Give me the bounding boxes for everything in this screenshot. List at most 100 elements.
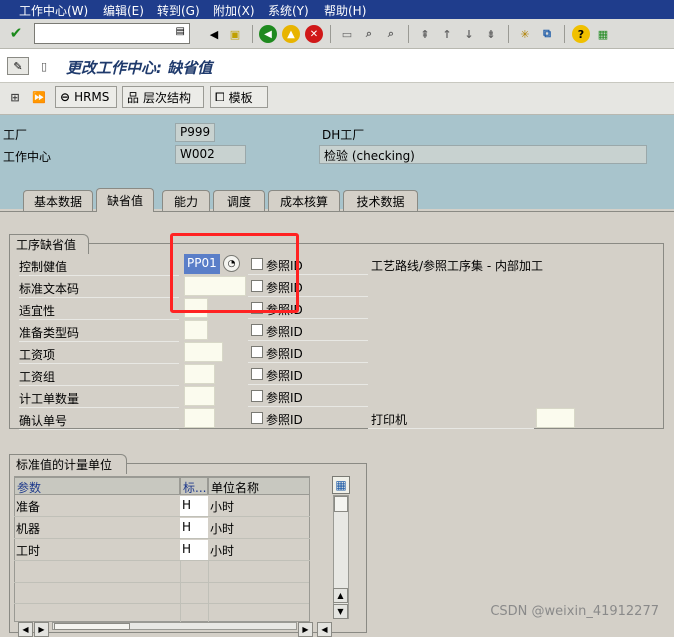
standard-text-key-label: 标准文本码 — [19, 280, 179, 298]
command-field[interactable]: ▤ — [34, 23, 190, 44]
plant-description: DH工厂 — [322, 128, 365, 142]
menu-goto[interactable]: 转到(G) — [157, 2, 200, 19]
work-center-label: 工作中心 — [3, 150, 52, 164]
watermark: CSDN @weixin_41912277 — [490, 604, 659, 619]
reference-label: 参照ID — [266, 413, 303, 427]
time-ticket-count-label: 计工单数量 — [19, 390, 179, 408]
template-label: 模板 — [228, 90, 253, 105]
setup-type-reference-checkbox[interactable] — [251, 324, 263, 336]
find-icon[interactable]: ⌕ — [360, 25, 378, 43]
standard-toolbar: ✔ ▤ ◀ ▣ ◀ ▲ ✕ ▭ ⌕ ⌕ ⇞ ↑ ↓ ⇟ ✳ ⧉ ? ▦ — [0, 19, 674, 49]
table-row-unit-name: 小时 — [208, 540, 310, 561]
column-parameter[interactable]: 参数 — [14, 477, 180, 495]
template-button[interactable]: ⧠ 模板 — [210, 86, 268, 108]
menu-bar: 工作中心(W) 编辑(E) 转到(G) 附加(X) 系统(Y) 帮助(H) — [0, 0, 674, 19]
other-object-icon[interactable]: ▯ — [35, 57, 53, 75]
suitability-label: 适宜性 — [19, 302, 179, 320]
menu-system[interactable]: 系统(Y) — [268, 2, 309, 19]
previous-page-icon[interactable]: ↑ — [438, 25, 456, 43]
time-ticket-count-input[interactable] — [184, 386, 215, 406]
print-icon[interactable]: ▭ — [338, 25, 356, 43]
wage-group-input[interactable] — [184, 364, 215, 384]
save-icon[interactable]: ▣ — [226, 25, 244, 43]
tab-defaults[interactable]: 缺省值 — [96, 188, 154, 212]
tab-costing[interactable]: 成本核算 — [268, 190, 340, 212]
command-history-icon[interactable]: ▤ — [176, 26, 185, 37]
hrms-label: HRMS — [74, 90, 110, 104]
menu-edit[interactable]: 编辑(E) — [103, 2, 144, 19]
horizontal-scroll-thumb[interactable] — [54, 623, 130, 630]
table-row-unit[interactable]: H — [180, 540, 208, 561]
last-page-icon[interactable]: ⇟ — [482, 25, 500, 43]
help-icon[interactable]: ? — [572, 25, 590, 43]
wage-group-reference-checkbox[interactable] — [251, 368, 263, 380]
setup-type-key-label: 准备类型码 — [19, 324, 179, 342]
work-center-description: 检验 (checking) — [319, 145, 647, 164]
display-change-icon[interactable]: ✎ — [7, 57, 29, 75]
cancel-icon[interactable]: ✕ — [305, 25, 323, 43]
highlight-box — [170, 233, 299, 313]
operation-defaults-title: 工序缺省值 — [9, 234, 89, 254]
forward-icon[interactable]: ⏩ — [30, 88, 48, 106]
application-toolbar: ⊞ ⏩ ⊖ HRMS 品 层次结构 ⧠ 模板 — [0, 83, 674, 115]
plant-label: 工厂 — [3, 128, 28, 142]
wage-type-input[interactable] — [184, 342, 223, 362]
back-icon[interactable]: ◀ — [259, 25, 277, 43]
link-icon: ⊖ — [60, 90, 71, 104]
hrms-button[interactable]: ⊖ HRMS — [55, 86, 117, 108]
confirmation-reference-checkbox[interactable] — [251, 412, 263, 424]
wage-type-label: 工资项 — [19, 346, 179, 364]
setup-type-key-input[interactable] — [184, 320, 208, 340]
tab-technical-data[interactable]: 技术数据 — [343, 190, 418, 212]
title-bar: ✎ ▯ 更改工作中心: 缺省值 — [0, 49, 674, 83]
tab-basic-data[interactable]: 基本数据 — [23, 190, 93, 212]
units-of-measure-title: 标准值的计量单位 — [9, 454, 127, 474]
create-session-icon[interactable]: ✳ — [516, 25, 534, 43]
plant-value: P999 — [175, 123, 215, 142]
layout-menu-icon[interactable]: ▦ — [594, 25, 612, 43]
table-row-param: 准备 — [14, 496, 180, 517]
reference-label: 参照ID — [266, 391, 303, 405]
hierarchy-label: 层次结构 — [143, 90, 192, 105]
printer-label: 打印机 — [371, 413, 408, 427]
table-row-unit[interactable]: H — [180, 518, 208, 539]
column-unit[interactable]: 标... — [180, 477, 208, 495]
first-page-icon[interactable]: ⇞ — [416, 25, 434, 43]
work-center-value: W002 — [175, 145, 246, 164]
confirmation-number-input[interactable] — [184, 408, 215, 428]
shortcut-icon[interactable]: ⧉ — [538, 25, 556, 43]
control-key-label: 控制健值 — [19, 258, 179, 276]
scroll-down-icon[interactable]: ▼ — [333, 604, 348, 619]
enter-check-icon[interactable]: ✔ — [7, 24, 25, 42]
tab-scheduling[interactable]: 调度 — [213, 190, 265, 212]
time-ticket-reference-checkbox[interactable] — [251, 390, 263, 402]
exit-icon[interactable]: ▲ — [282, 25, 300, 43]
printer-input[interactable] — [536, 408, 575, 428]
wage-group-label: 工资组 — [19, 368, 179, 386]
back-arrow-small-icon[interactable]: ◀ — [205, 25, 223, 43]
menu-extras[interactable]: 附加(X) — [213, 2, 255, 19]
scrollbar-thumb[interactable] — [334, 496, 348, 512]
next-page-icon[interactable]: ↓ — [460, 25, 478, 43]
confirmation-number-label: 确认单号 — [19, 412, 179, 430]
reference-label: 参照ID — [266, 325, 303, 339]
scroll-up-icon[interactable]: ▲ — [333, 588, 348, 603]
routing-note: 工艺路线/参照工序集 - 内部加工 — [371, 259, 544, 273]
column-unit-name[interactable]: 单位名称 — [208, 477, 310, 495]
reference-label: 参照ID — [266, 347, 303, 361]
tab-capacity[interactable]: 能力 — [162, 190, 210, 212]
table-row-unit-name: 小时 — [208, 518, 310, 539]
menu-help[interactable]: 帮助(H) — [324, 2, 366, 19]
template-icon: ⧠ — [215, 89, 225, 104]
wage-type-reference-checkbox[interactable] — [251, 346, 263, 358]
hierarchy-tree-icon[interactable]: ⊞ — [6, 88, 24, 106]
table-row-param: 工时 — [14, 540, 180, 561]
hierarchy-icon: 品 — [127, 90, 140, 105]
table-row-unit[interactable]: H — [180, 496, 208, 517]
hierarchy-button[interactable]: 品 层次结构 — [122, 86, 204, 108]
table-row-param: 机器 — [14, 518, 180, 539]
table-row-unit-name: 小时 — [208, 496, 310, 517]
table-settings-icon[interactable]: ▦ — [332, 476, 350, 494]
find-next-icon[interactable]: ⌕ — [382, 25, 400, 43]
menu-work-center[interactable]: 工作中心(W) — [19, 2, 88, 19]
